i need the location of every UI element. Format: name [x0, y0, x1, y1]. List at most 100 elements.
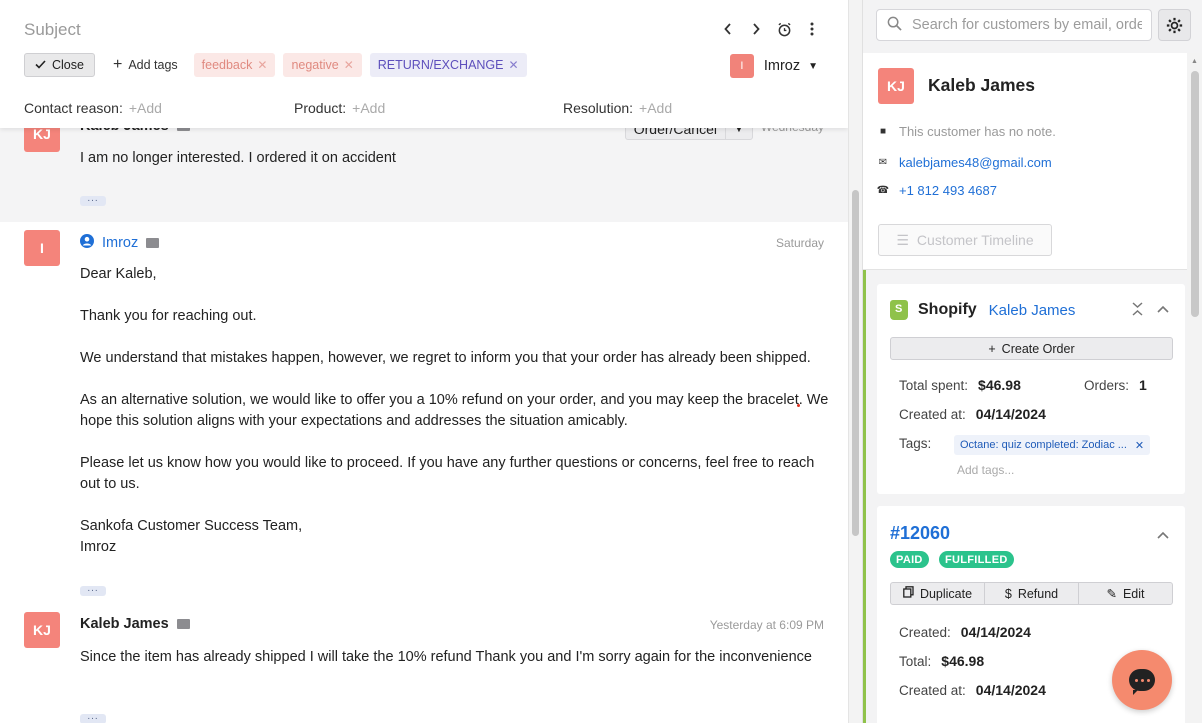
field-label: Product:: [294, 100, 347, 116]
edit-button[interactable]: ✎ Edit: [1079, 583, 1172, 604]
email-icon: ✉: [878, 157, 888, 168]
sender-name: Imroz: [102, 235, 139, 251]
chip-label: Octane: quiz completed: Zodiac ...: [960, 439, 1127, 451]
expand-quote-button[interactable]: ...: [80, 712, 106, 723]
duplicate-button[interactable]: Duplicate: [891, 583, 985, 604]
message-sender[interactable]: Imroz: [80, 234, 160, 252]
red-dot: [797, 404, 800, 407]
copy-icon: [903, 586, 914, 601]
expand-quote-button[interactable]: ...: [80, 584, 106, 596]
kv-label: Created at:: [899, 683, 966, 698]
refund-button[interactable]: $ Refund: [985, 583, 1079, 604]
message-item: KJ Kaleb James Yesterday at 6:09 PM Sinc…: [0, 602, 848, 723]
field-label: Contact reason:: [24, 100, 123, 116]
sidebar-scrollbar[interactable]: ▲: [1187, 53, 1202, 723]
kv-value: 04/14/2024: [975, 682, 1046, 698]
more-vertical-icon[interactable]: [804, 20, 820, 38]
order-total: Total: $46.98: [899, 653, 984, 669]
paid-badge: PAID: [890, 551, 929, 568]
customer-note[interactable]: ■ This customer has no note.: [878, 124, 1056, 139]
gear-icon[interactable]: [1158, 9, 1191, 41]
add-tags-label: Add tags: [128, 58, 178, 72]
total-spent: Total spent: $46.98: [899, 377, 1021, 393]
customer-name[interactable]: Kaleb James: [928, 75, 1035, 96]
tag-negative[interactable]: negative ✕: [283, 53, 362, 77]
add-tags-button[interactable]: + Add tags: [103, 57, 186, 73]
message-sender[interactable]: Kaleb James: [80, 616, 190, 632]
order-created-at: Created at: 04/14/2024: [899, 682, 1046, 698]
field-add-button[interactable]: +Add: [639, 100, 672, 116]
message-item: KJ Kaleb James Order/Cancel ▼ Wednesday …: [0, 116, 848, 222]
collapse-all-icon[interactable]: [1132, 302, 1143, 319]
message-paragraph: Thank you for reaching out.: [80, 308, 257, 324]
shopify-header: Shopify Kaleb James: [890, 300, 1075, 320]
shopify-title: Shopify: [918, 301, 977, 318]
tag-feedback[interactable]: feedback ✕: [193, 53, 276, 77]
pencil-icon: ✎: [1106, 587, 1117, 601]
chevron-up-icon[interactable]: [1157, 302, 1169, 319]
order-controls: [1157, 528, 1169, 542]
remove-tag-icon[interactable]: ✕: [257, 58, 267, 72]
order-created: Created: 04/14/2024: [899, 624, 1031, 640]
close-label: Close: [52, 58, 84, 72]
order-id-link[interactable]: #12060: [890, 523, 950, 544]
chat-launcher-button[interactable]: [1112, 650, 1172, 710]
expand-quote-button[interactable]: ...: [80, 194, 106, 206]
shopify-bag-icon: [890, 300, 908, 320]
tags-label: Tags:: [899, 436, 932, 451]
close-ticket-button[interactable]: Close: [24, 53, 95, 77]
email-link[interactable]: kalebjames48@gmail.com: [899, 155, 1052, 170]
shopify-controls: [1132, 302, 1169, 319]
assignee-dropdown[interactable]: I Imroz ▼: [729, 54, 818, 78]
caret-down-icon: ▼: [808, 60, 818, 72]
remove-tag-icon[interactable]: ✕: [509, 58, 519, 72]
message-paragraph: Since the item has already shipped I wil…: [80, 649, 812, 665]
dollar-icon: $: [1004, 586, 1012, 601]
refund-label: Refund: [1017, 586, 1059, 601]
remove-tag-icon[interactable]: ✕: [1135, 439, 1144, 452]
shopify-customer-link[interactable]: Kaleb James: [989, 302, 1076, 319]
kv-value: $46.98: [978, 377, 1021, 393]
customer-search[interactable]: [876, 9, 1152, 41]
message-time: Yesterday at 6:09 PM: [709, 618, 824, 632]
kv-value: 04/14/2024: [960, 624, 1031, 640]
field-product: Product: +Add: [294, 100, 385, 116]
customer-timeline-button[interactable]: ☰ Customer Timeline: [878, 224, 1052, 256]
phone-link[interactable]: +1 812 493 4687: [899, 183, 997, 198]
edit-label: Edit: [1122, 586, 1145, 601]
field-add-button[interactable]: +Add: [129, 100, 162, 116]
thread-scrollbar[interactable]: [848, 0, 862, 723]
snooze-clock-icon[interactable]: [776, 20, 792, 38]
search-icon: [887, 16, 902, 34]
customer-card: KJ Kaleb James ■ This customer has no no…: [863, 53, 1187, 270]
chevron-left-icon[interactable]: [720, 20, 736, 38]
customer-tag-chip[interactable]: Octane: quiz completed: Zodiac ... ✕: [954, 435, 1151, 455]
chevron-up-icon[interactable]: [1157, 528, 1169, 542]
customer-phone: ☎ +1 812 493 4687: [877, 183, 997, 198]
message-body: Since the item has already shipped I wil…: [80, 647, 830, 689]
tag-label: feedback: [201, 58, 253, 72]
field-label: Resolution:: [563, 100, 634, 116]
avatar: KJ: [24, 612, 60, 648]
scrollbar-thumb[interactable]: [852, 190, 859, 536]
scroll-up-icon[interactable]: ▲: [1191, 58, 1198, 65]
orders-count: Orders: 1: [1084, 377, 1147, 393]
tag-return-exchange[interactable]: RETURN/EXCHANGE ✕: [369, 53, 527, 77]
message-item: I Imroz Saturday Dear Kaleb, Thank you f…: [0, 222, 848, 602]
kv-label: Total spent:: [899, 378, 969, 393]
note-text: This customer has no note.: [899, 124, 1056, 139]
scrollbar-thumb[interactable]: [1191, 71, 1199, 317]
remove-tag-icon[interactable]: ✕: [344, 58, 354, 72]
list-icon: ☰: [896, 231, 909, 248]
create-order-button[interactable]: + Create Order: [890, 337, 1173, 360]
kv-value: 1: [1139, 377, 1147, 393]
add-tags-input[interactable]: Add tags...: [957, 463, 1014, 477]
ticket-header: Subject Close + Add tags feedback ✕ nega…: [0, 0, 848, 128]
search-input[interactable]: [912, 17, 1142, 33]
chevron-right-icon[interactable]: [748, 20, 764, 38]
plus-icon: +: [988, 341, 996, 356]
field-add-button[interactable]: +Add: [352, 100, 385, 116]
email-icon: [146, 238, 160, 248]
kv-value: $46.98: [941, 653, 985, 669]
subject-field[interactable]: Subject: [24, 20, 81, 40]
